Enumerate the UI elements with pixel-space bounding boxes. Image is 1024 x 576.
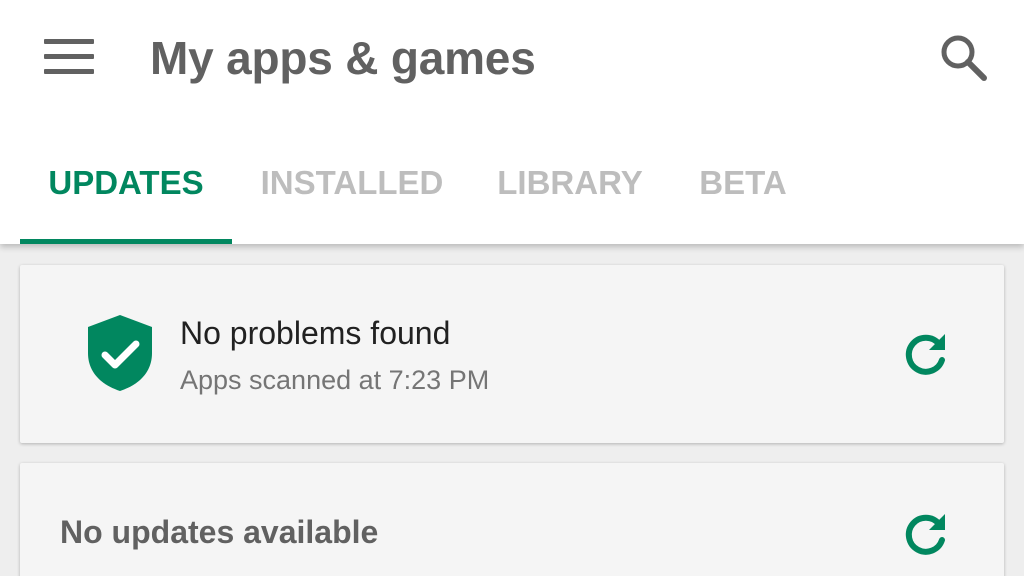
tab-library[interactable]: LIBRARY (472, 150, 668, 244)
menu-icon-bar-1 (44, 38, 94, 44)
scan-status-subtitle: Apps scanned at 7:23 PM (180, 365, 490, 395)
shield-check-icon (88, 315, 152, 391)
tab-bar: UPDATES INSTALLED LIBRARY BETA (0, 150, 1024, 244)
refresh-scan-button[interactable] (899, 328, 951, 380)
tab-active-indicator (20, 239, 232, 244)
menu-button[interactable] (40, 32, 98, 80)
tab-updates[interactable]: UPDATES (20, 150, 232, 244)
updates-status-title: No updates available (60, 514, 379, 550)
menu-icon-bar-3 (44, 68, 94, 74)
tab-installed[interactable]: INSTALLED (232, 150, 472, 244)
tab-label: LIBRARY (497, 164, 643, 201)
refresh-icon (905, 334, 945, 375)
security-scan-card (20, 265, 1004, 443)
tab-label: UPDATES (48, 164, 204, 201)
menu-icon-bar-2 (44, 53, 94, 59)
app-screen: My apps & games UPDATES INSTALLED LIBRAR… (0, 0, 1024, 576)
search-icon (941, 35, 987, 81)
search-button[interactable] (930, 26, 994, 90)
tab-beta[interactable]: BETA (668, 150, 818, 244)
page-title: My apps & games (150, 32, 536, 84)
refresh-updates-button[interactable] (899, 508, 951, 560)
scan-status-title: No problems found (180, 315, 451, 351)
refresh-icon (905, 514, 945, 555)
tab-label: BETA (699, 164, 787, 201)
tab-label: INSTALLED (260, 164, 444, 201)
app-bar: My apps & games UPDATES INSTALLED LIBRAR… (0, 0, 1024, 244)
